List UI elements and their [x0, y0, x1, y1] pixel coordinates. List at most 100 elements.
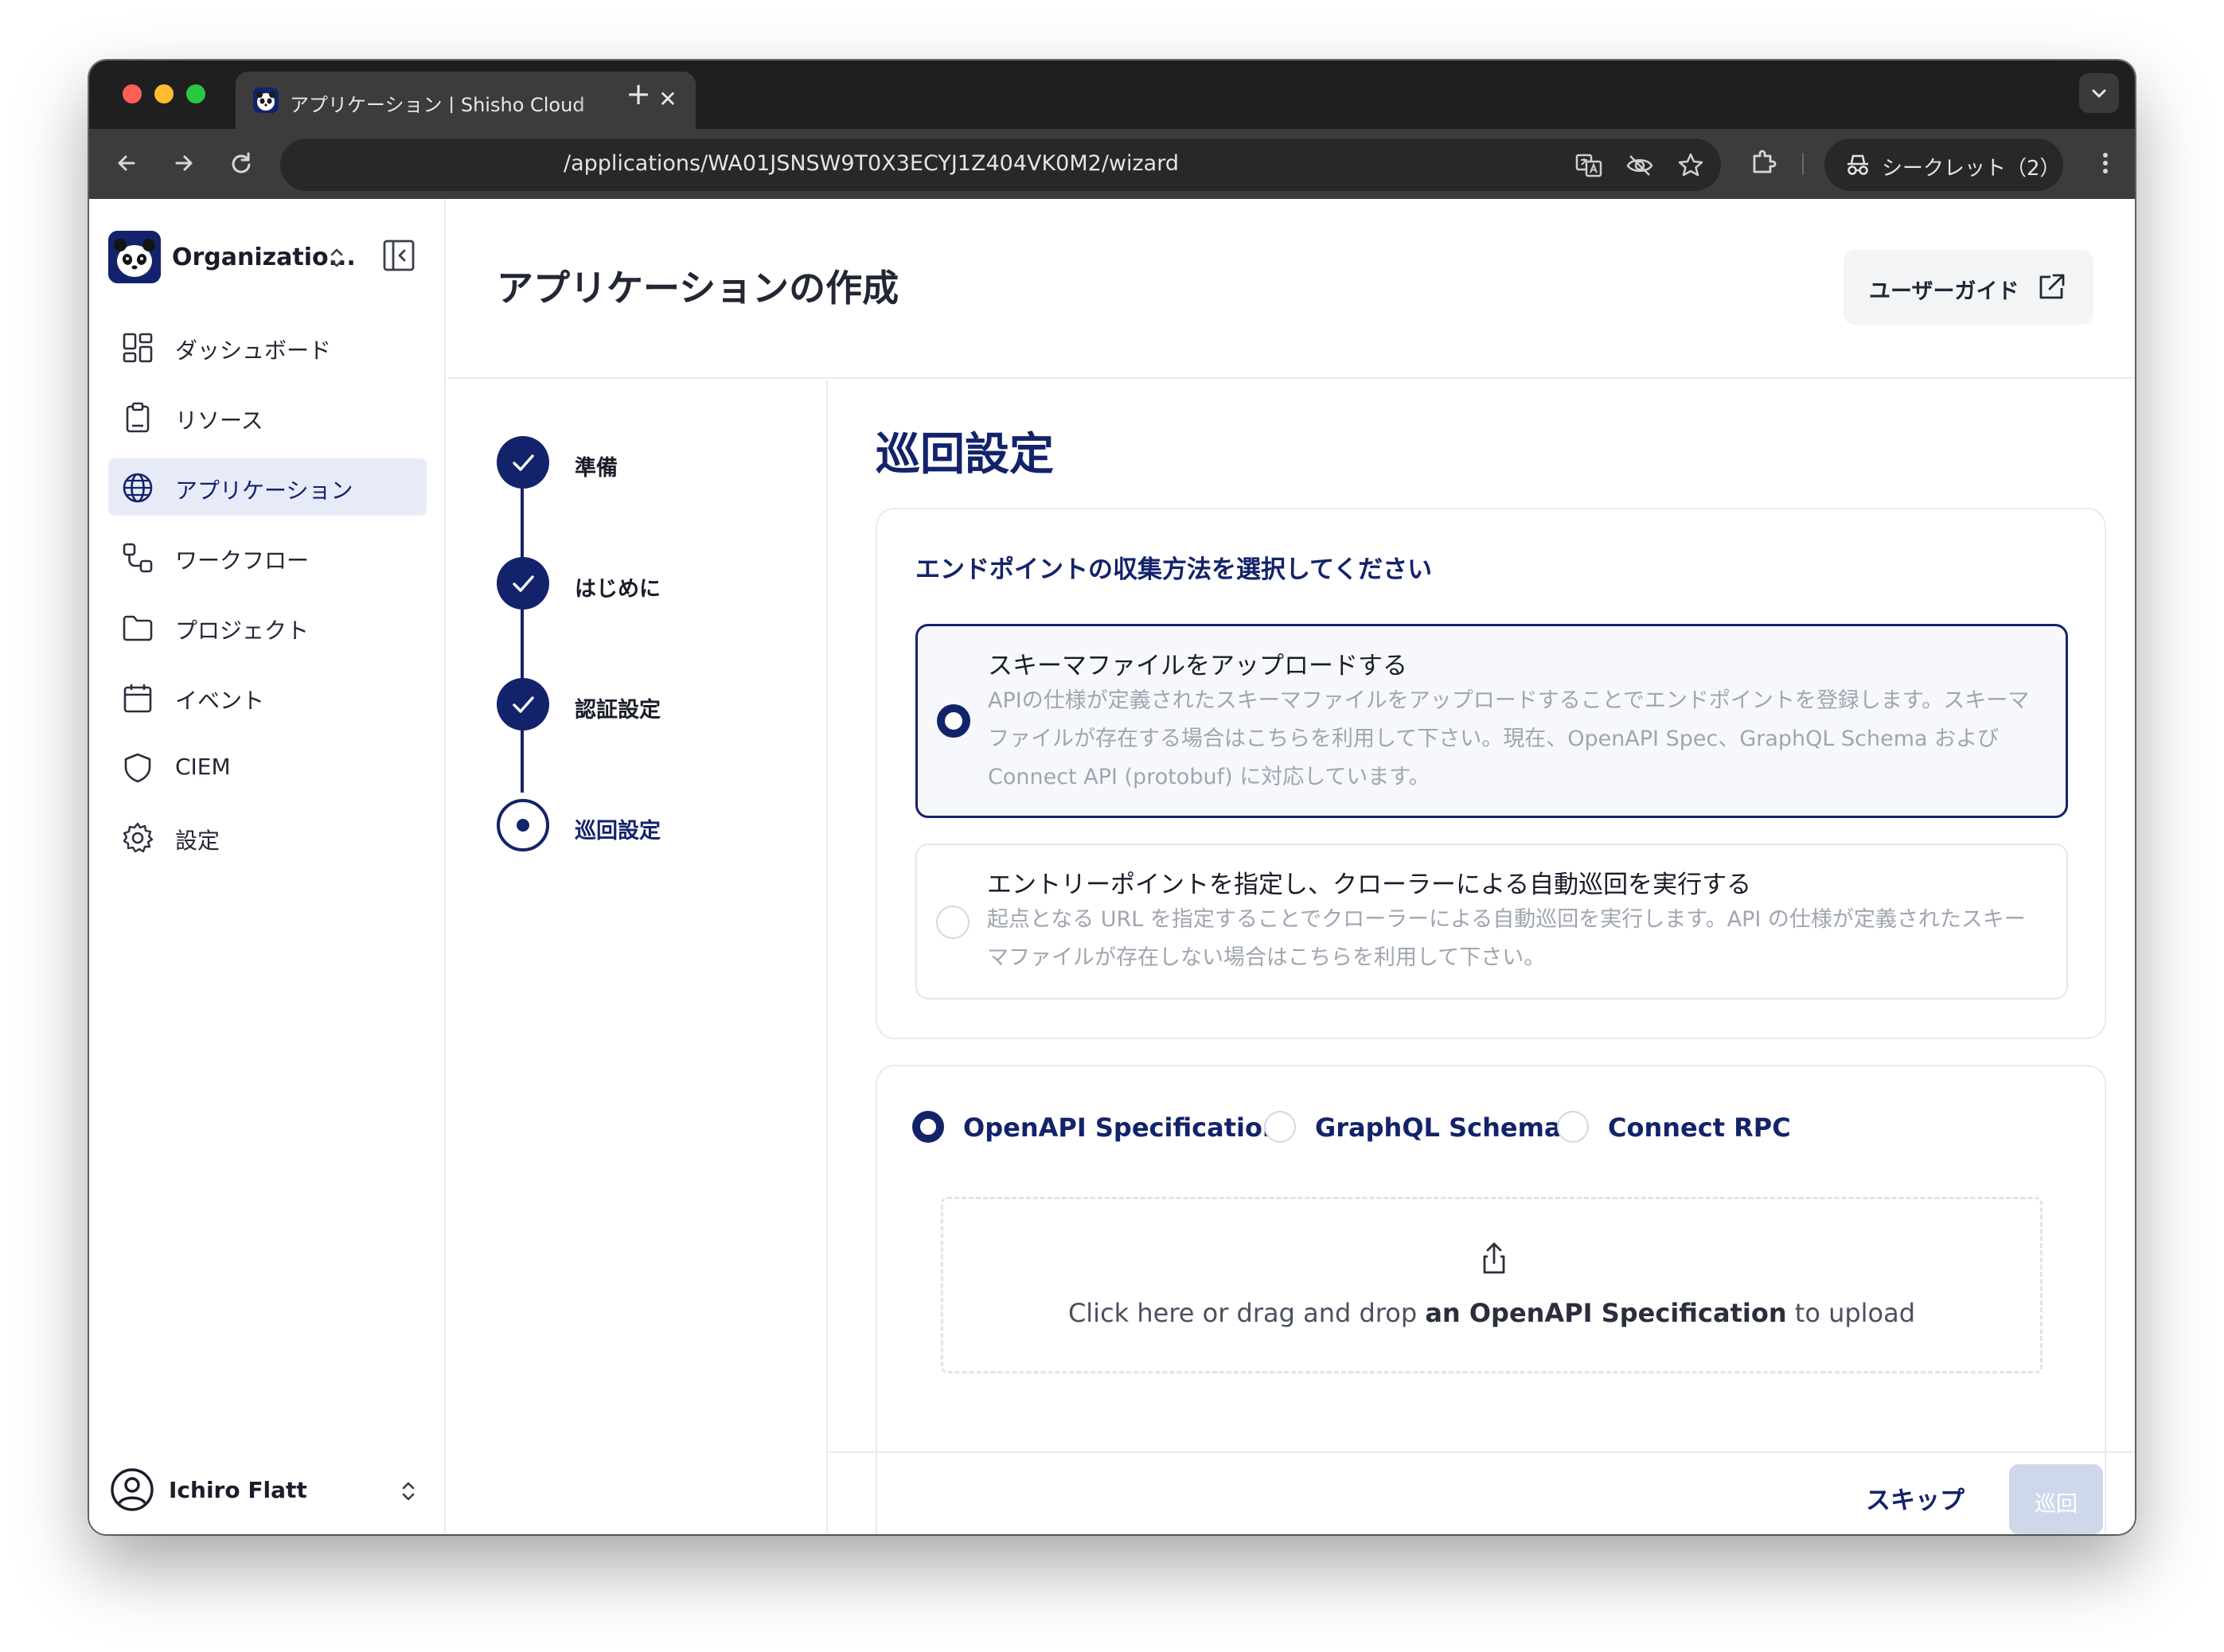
stepper-connector-line: [521, 458, 524, 793]
spec-type-connect-rpc[interactable]: Connect RPC: [1557, 1108, 1812, 1146]
option-upload-schema[interactable]: スキーマファイルをアップロードする APIの仕様が定義されたスキーマファイルをア…: [915, 624, 2068, 818]
forward-button[interactable]: [166, 145, 202, 181]
upload-share-icon: [1483, 1242, 1505, 1274]
wizard-footer: スキップ 巡回: [829, 1451, 2135, 1534]
translate-icon[interactable]: [1573, 150, 1605, 181]
spec-type-graphql[interactable]: GraphQL Schema: [1264, 1108, 1562, 1146]
maximize-window-button[interactable]: [186, 84, 205, 103]
sidebar-item-ciem[interactable]: CIEM: [108, 738, 427, 796]
gear-icon: [123, 822, 154, 853]
eye-off-icon[interactable]: [1624, 150, 1656, 181]
arrow-left-icon: [118, 155, 135, 171]
sidebar-item-label: プロジェクト: [175, 618, 310, 644]
address-bar[interactable]: /applications/WA01JSNSW9T0X3ECYJ1Z404VK0…: [280, 138, 1721, 191]
panda-favicon-icon: [253, 88, 279, 113]
step-label: 認証設定: [575, 698, 661, 723]
sidebar-item-dashboard[interactable]: ダッシュボード: [108, 318, 427, 376]
radio-openapi[interactable]: [912, 1111, 944, 1143]
step-complete-badge: [497, 436, 549, 489]
section-title: 巡回設定: [876, 429, 1054, 481]
skip-button[interactable]: スキップ: [1866, 1480, 1965, 1516]
spec-type-openapi[interactable]: OpenAPI Specification: [912, 1108, 1281, 1146]
page-header: アプリケーションの作成 ユーザーガイド: [447, 199, 2135, 379]
user-menu[interactable]: Ichiro Flatt: [108, 1464, 427, 1517]
spec-type-label: OpenAPI Specification: [963, 1112, 1281, 1143]
resource-clipboard-icon: [126, 402, 150, 433]
minimize-window-button[interactable]: [154, 84, 174, 103]
org-switch-chevrons-icon[interactable]: [325, 242, 349, 274]
shield-icon: [124, 753, 151, 783]
close-window-button[interactable]: [123, 84, 142, 103]
more-vertical-icon: [2103, 153, 2108, 173]
chevrons-up-down-icon: [402, 1482, 415, 1501]
step-introduction[interactable]: はじめに: [497, 557, 815, 610]
sidebar-item-settings[interactable]: 設定: [108, 808, 427, 866]
option-description: APIの仕様が定義されたスキーマファイルをアップロードすることでエンドポイントを…: [988, 688, 2030, 789]
user-name: Ichiro Flatt: [169, 1477, 307, 1503]
radio-upload-schema[interactable]: [937, 704, 970, 738]
sidebar-item-label: イベント: [175, 688, 265, 714]
collection-method-card: エンドポイントの収集方法を選択してください スキーマファイルをアップロードする …: [876, 508, 2106, 1039]
file-dropzone[interactable]: Click here or drag and drop an OpenAPI S…: [941, 1197, 2043, 1373]
schema-upload-card: OpenAPI Specification GraphQL Schema Con…: [876, 1065, 2106, 1534]
tab-close-icon[interactable]: ✕: [654, 86, 681, 113]
patrol-button[interactable]: 巡回: [2009, 1464, 2103, 1534]
spec-type-label: Connect RPC: [1608, 1112, 1791, 1143]
check-icon: [513, 454, 534, 471]
check-icon: [513, 696, 534, 713]
sidebar-collapse-button[interactable]: [380, 237, 417, 274]
spec-type-radio-group: OpenAPI Specification GraphQL Schema Con…: [912, 1108, 1867, 1146]
reload-icon: [232, 152, 251, 173]
step-auth-settings[interactable]: 認証設定: [497, 678, 815, 731]
sidebar-item-label: アプリケーション: [175, 477, 353, 504]
chevron-down-icon: [2092, 89, 2106, 98]
step-crawl-settings[interactable]: 巡回設定: [497, 799, 815, 851]
sidebar-item-workflows[interactable]: ワークフロー: [108, 528, 427, 586]
new-tab-button[interactable]: +: [621, 76, 656, 111]
toolbar-divider: [1802, 153, 1804, 175]
sidebar-item-resources[interactable]: リソース: [108, 388, 427, 446]
step-label: はじめに: [575, 577, 661, 602]
option-crawler[interactable]: エントリーポイントを指定し、クローラーによる自動巡回を実行する 起点となる UR…: [915, 844, 2068, 999]
user-guide-button[interactable]: ユーザーガイド: [1844, 250, 2093, 325]
radio-connect-rpc[interactable]: [1557, 1111, 1589, 1143]
folder-icon: [123, 615, 153, 641]
browser-titlebar: アプリケーション | Shisho Cloud ✕ +: [89, 60, 2135, 129]
sidebar-item-applications[interactable]: アプリケーション: [108, 458, 427, 516]
incognito-icon: [1847, 154, 1868, 175]
arrow-right-icon: [175, 155, 193, 171]
user-guide-label: ユーザーガイド: [1869, 279, 2019, 304]
step-preparation[interactable]: 準備: [497, 436, 815, 489]
step-current-badge: [497, 799, 549, 851]
sidebar-item-projects[interactable]: プロジェクト: [108, 598, 427, 656]
reload-button[interactable]: [223, 145, 259, 181]
radio-crawler[interactable]: [936, 906, 970, 939]
incognito-indicator[interactable]: シークレット（2）: [1824, 138, 2063, 191]
org-logo-icon: [108, 231, 161, 283]
option-title: スキーマファイルをアップロードする: [988, 652, 1407, 680]
sidebar-item-label: CIEM: [175, 754, 231, 780]
step-complete-badge: [497, 557, 549, 610]
sidebar-item-label: ワークフロー: [175, 547, 310, 574]
globe-icon: [123, 473, 153, 503]
browser-toolbar: /applications/WA01JSNSW9T0X3ECYJ1Z404VK0…: [89, 129, 2135, 199]
step-complete-badge: [497, 678, 549, 731]
calendar-icon: [123, 684, 152, 713]
app-content: Organizatio... ダッシュボード リソース アプリケーション ワーク…: [89, 199, 2135, 1534]
sidebar: Organizatio... ダッシュボード リソース アプリケーション ワーク…: [89, 199, 446, 1534]
dropzone-text-suffix: to upload: [1786, 1298, 1916, 1328]
sidebar-collapse-icon: [383, 240, 415, 271]
sidebar-item-events[interactable]: イベント: [108, 668, 427, 726]
workflow-icon: [123, 543, 153, 573]
bookmark-star-icon[interactable]: [1675, 150, 1707, 181]
footer-divider: [829, 1451, 2135, 1453]
radio-graphql[interactable]: [1264, 1111, 1296, 1143]
tab-search-button[interactable]: [2079, 73, 2119, 113]
collection-method-title: エンドポイントの収集方法を選択してください: [915, 555, 1433, 584]
back-button[interactable]: [108, 145, 145, 181]
browser-menu-button[interactable]: [2087, 145, 2124, 181]
dashboard-icon: [123, 333, 153, 363]
wizard-main: 巡回設定 エンドポイントの収集方法を選択してください スキーマファイルをアップロ…: [829, 380, 2135, 1534]
check-icon: [513, 575, 534, 592]
extensions-button[interactable]: [1745, 145, 1781, 181]
